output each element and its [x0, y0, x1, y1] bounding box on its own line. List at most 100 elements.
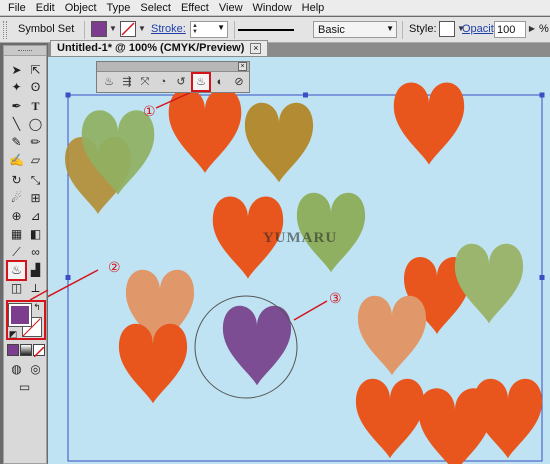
- artboard-canvas[interactable]: YUMARU ① ② ③: [48, 57, 550, 464]
- blob-brush-tool-icon[interactable]: ✍: [8, 152, 25, 169]
- default-colors-icon[interactable]: ◩: [7, 328, 19, 340]
- heart-symbol-stained[interactable]: [222, 305, 292, 386]
- eyedropper-tool-icon[interactable]: ⟋: [8, 244, 25, 261]
- heart-symbol[interactable]: [355, 378, 425, 459]
- warp-tool-icon[interactable]: ☄: [8, 190, 25, 207]
- menu-view[interactable]: View: [214, 0, 248, 16]
- symbol-shifter-icon[interactable]: ⇶: [119, 74, 135, 90]
- line-tool-icon[interactable]: ╲: [8, 116, 25, 133]
- none-slash-icon: [121, 22, 135, 36]
- menu-window[interactable]: Window: [248, 0, 297, 16]
- fill-dropdown-icon[interactable]: ▼: [108, 22, 118, 36]
- style-swatch[interactable]: [439, 21, 455, 37]
- annotation-leader: [293, 300, 328, 321]
- shape-builder-tool-icon[interactable]: ⊕: [8, 208, 25, 225]
- bbox-handle[interactable]: [539, 275, 545, 280]
- bbox-handle[interactable]: [303, 92, 308, 98]
- separator: [234, 21, 235, 39]
- separator: [402, 21, 403, 39]
- opacity-field[interactable]: 100: [494, 21, 526, 38]
- screen-mode-icon[interactable]: ▭: [16, 379, 33, 396]
- magic-wand-tool-icon[interactable]: ✦: [8, 79, 25, 96]
- artboard-tool-icon[interactable]: ◫: [8, 280, 25, 297]
- symbol-sprayer-tool-icon[interactable]: ♨: [6, 260, 27, 281]
- menu-bar: File Edit Object Type Select Effect View…: [0, 0, 550, 16]
- ellipse-tool-icon[interactable]: ◯: [27, 116, 44, 133]
- perspective-grid-tool-icon[interactable]: ⊿: [27, 208, 44, 225]
- menu-file[interactable]: File: [3, 0, 31, 16]
- panel-grip[interactable]: [3, 21, 7, 39]
- menu-object[interactable]: Object: [60, 0, 102, 16]
- symbol-screener-icon[interactable]: ◐: [212, 74, 228, 90]
- selection-type-label: Symbol Set: [18, 23, 75, 35]
- document-tab[interactable]: Untitled-1* @ 100% (CMYK/Preview) ×: [50, 40, 269, 56]
- menu-help[interactable]: Help: [297, 0, 330, 16]
- stroke-label[interactable]: Stroke:: [151, 23, 186, 35]
- document-tab-title: Untitled-1* @ 100% (CMYK/Preview): [57, 42, 245, 54]
- menu-effect[interactable]: Effect: [176, 0, 214, 16]
- symbol-scruncher-icon[interactable]: ⤧: [137, 74, 153, 90]
- scale-tool-icon[interactable]: ⤡: [27, 172, 44, 189]
- none-mode-icon[interactable]: [33, 344, 45, 358]
- stroke-weight-field[interactable]: ▲ ▼ ▼: [190, 21, 228, 38]
- bbox-handle[interactable]: [539, 92, 545, 98]
- style-label: Style:: [409, 23, 437, 35]
- paintbrush-tool-icon[interactable]: ✎: [8, 134, 25, 151]
- heart-symbol[interactable]: [244, 102, 314, 183]
- lasso-tool-icon[interactable]: ʘ: [27, 79, 44, 96]
- column-graph-tool-icon[interactable]: ▟: [27, 262, 44, 279]
- heart-symbol[interactable]: [357, 295, 427, 376]
- symbol-sprayer-icon[interactable]: ♨: [101, 74, 117, 90]
- rotate-tool-icon[interactable]: ↻: [8, 172, 25, 189]
- watermark: YUMARU: [263, 230, 337, 246]
- symbol-sizer-icon[interactable]: ◔: [155, 74, 171, 90]
- symbolism-tools-panel: × ♨ ⇶ ⤧ ◔ ↺ ♨ ◐ ⊘: [96, 61, 250, 93]
- bbox-handle[interactable]: [65, 275, 71, 280]
- color-mode-icon[interactable]: ■: [7, 344, 19, 356]
- pen-tool-icon[interactable]: ✒: [8, 98, 25, 115]
- heart-symbol[interactable]: [454, 243, 524, 324]
- symbol-spinner-icon[interactable]: ↺: [173, 74, 189, 90]
- direct-selection-tool-icon[interactable]: ⇱: [27, 62, 44, 79]
- bbox-handle[interactable]: [65, 92, 71, 98]
- draw-inside-icon[interactable]: ◎: [27, 361, 44, 378]
- selection-tool-icon[interactable]: ➤: [8, 62, 25, 79]
- blend-tool-icon[interactable]: ∞: [27, 244, 44, 261]
- type-tool-icon[interactable]: T: [27, 98, 44, 115]
- symbol-stainer-icon[interactable]: ♨: [191, 72, 211, 92]
- pencil-tool-icon[interactable]: ✏: [27, 134, 44, 151]
- tools-panel: ➤ ⇱ ✦ ʘ ✒ T ╲ ◯ ✎ ✏ ✍ ▱ ↻ ⤡ ☄ ⊞ ⊕ ⊿ ▦ ◧ …: [3, 45, 47, 464]
- close-icon[interactable]: ×: [250, 42, 262, 54]
- draw-mode-icon[interactable]: ◍: [8, 361, 25, 378]
- mesh-tool-icon[interactable]: ▦: [8, 226, 25, 243]
- menu-select[interactable]: Select: [135, 0, 176, 16]
- chevron-down-icon[interactable]: ▼: [386, 24, 394, 33]
- menu-edit[interactable]: Edit: [31, 0, 60, 16]
- heart-symbol[interactable]: [473, 378, 543, 459]
- symbol-styler-icon[interactable]: ⊘: [231, 74, 247, 90]
- free-transform-tool-icon[interactable]: ⊞: [27, 190, 44, 207]
- none-slash-icon: [33, 346, 45, 358]
- stroke-swatch[interactable]: [120, 21, 136, 37]
- close-icon[interactable]: ×: [238, 62, 247, 71]
- brush-definition-field[interactable]: Basic ▼: [238, 21, 397, 38]
- fill-swatch[interactable]: [91, 21, 107, 37]
- brush-label: Basic: [318, 24, 345, 36]
- fill-color-box[interactable]: [9, 304, 31, 326]
- panel-header[interactable]: ×: [97, 62, 249, 72]
- swap-fill-stroke-icon[interactable]: ↰: [31, 301, 43, 313]
- chevron-down-icon[interactable]: ▼: [217, 23, 225, 32]
- gradient-tool-icon[interactable]: ◧: [27, 226, 44, 243]
- stroke-dropdown-icon[interactable]: ▼: [137, 22, 147, 36]
- artwork: YUMARU ① ② ③: [48, 82, 545, 464]
- gradient-mode-icon[interactable]: [20, 344, 32, 356]
- annotation-3: ③: [329, 291, 342, 307]
- stepper-icon[interactable]: ▲ ▼: [192, 23, 198, 35]
- slice-tool-icon[interactable]: ⟂: [27, 280, 44, 297]
- heart-symbol[interactable]: [168, 88, 242, 173]
- opacity-arrow-icon[interactable]: ▶: [527, 22, 537, 36]
- menu-type[interactable]: Type: [102, 0, 136, 16]
- annotation-1: ①: [143, 104, 156, 120]
- eraser-tool-icon[interactable]: ▱: [27, 152, 44, 169]
- tools-panel-header[interactable]: [4, 46, 46, 56]
